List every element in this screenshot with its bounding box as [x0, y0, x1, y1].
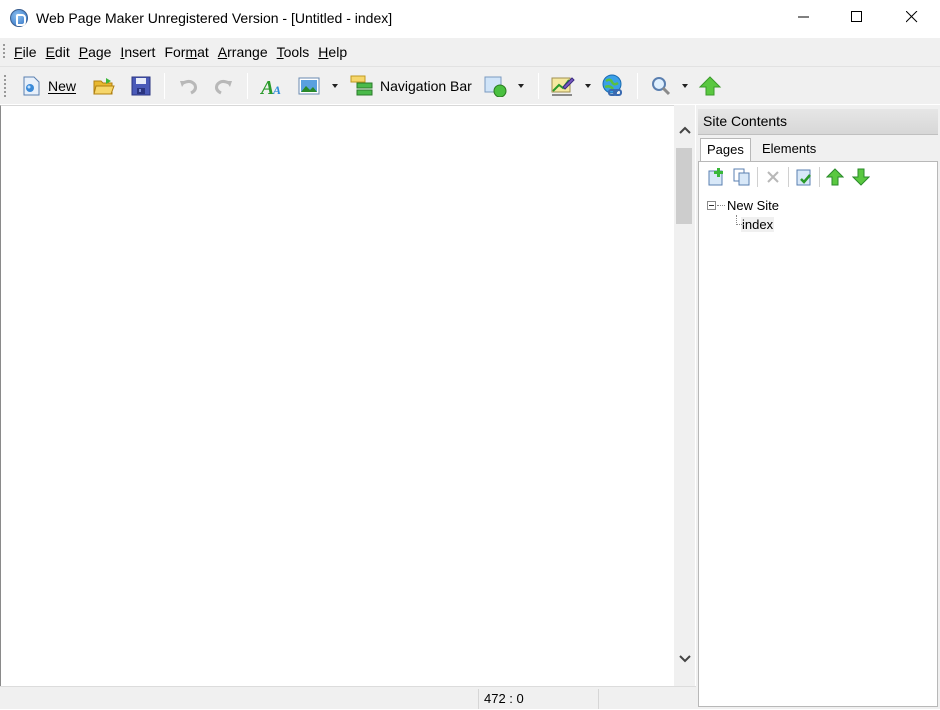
- shape-dropdown-arrow[interactable]: [517, 83, 524, 88]
- tree-node-root[interactable]: New Site: [707, 196, 779, 215]
- redo-icon: [215, 79, 233, 94]
- app-logo-icon: [10, 9, 28, 27]
- site-name: New Site: [727, 198, 780, 213]
- menu-arrange[interactable]: Arrange: [218, 44, 268, 60]
- tree-connector: [717, 205, 725, 206]
- close-icon: [906, 11, 918, 23]
- publish-button[interactable]: [694, 71, 726, 101]
- toolbar-separator: [757, 167, 758, 187]
- zoom-icon: [651, 76, 670, 95]
- color-picker-button[interactable]: [547, 71, 579, 101]
- tab-pages[interactable]: Pages: [700, 138, 751, 163]
- maximize-button[interactable]: [834, 0, 880, 34]
- image-button[interactable]: [294, 71, 324, 101]
- scroll-down-button[interactable]: [674, 648, 695, 670]
- menu-help[interactable]: Help: [318, 44, 347, 60]
- panel-title: Site Contents: [698, 109, 938, 135]
- shape-button[interactable]: [480, 71, 512, 101]
- menu-tools[interactable]: Tools: [277, 44, 310, 60]
- window-title: Web Page Maker Unregistered Version - [U…: [36, 10, 393, 26]
- page-canvas[interactable]: [0, 105, 674, 686]
- pages-toolbar: [699, 162, 937, 192]
- toolbar-separator: [819, 167, 820, 187]
- toolbar-separator: [164, 72, 166, 99]
- shape-icon: [484, 76, 507, 97]
- duplicate-page-button[interactable]: [731, 166, 753, 188]
- duplicate-page-icon: [733, 168, 750, 186]
- tab-elements[interactable]: Elements: [756, 138, 822, 162]
- move-up-button[interactable]: [824, 166, 846, 188]
- tree-node-page[interactable]: index: [707, 215, 779, 234]
- delete-page-button[interactable]: [762, 166, 784, 188]
- text-button[interactable]: A A: [256, 71, 288, 101]
- text-icon: A A: [260, 77, 281, 97]
- navigation-bar-label: Navigation Bar: [380, 77, 472, 94]
- menu-file[interactable]: File: [14, 44, 37, 60]
- new-label: New: [48, 77, 77, 94]
- svg-text:A: A: [272, 83, 281, 97]
- web-link-button[interactable]: [597, 71, 629, 101]
- status-divider: [598, 689, 599, 709]
- move-down-icon: [852, 168, 870, 186]
- zoom-dropdown-arrow[interactable]: [681, 83, 688, 88]
- main-toolbar: New A A Navigation Bar: [0, 66, 940, 104]
- toolbar-separator: [636, 72, 638, 99]
- vertical-scrollbar[interactable]: [674, 105, 695, 686]
- toolbar-separator: [788, 167, 789, 187]
- chevron-down-icon: [678, 655, 691, 663]
- menu-insert[interactable]: Insert: [120, 44, 155, 60]
- site-contents-panel: Site Contents Pages Elements New Site in…: [696, 105, 940, 709]
- scroll-up-button[interactable]: [674, 119, 695, 141]
- collapse-icon[interactable]: [707, 201, 716, 210]
- status-bar: 472 : 0: [0, 686, 696, 709]
- close-button[interactable]: [889, 0, 935, 34]
- menu-bar: File Edit Page Insert Format Arrange Too…: [0, 38, 940, 66]
- undo-icon: [180, 79, 198, 94]
- minimize-icon: [798, 16, 809, 18]
- open-folder-icon: [93, 77, 115, 94]
- save-icon: [131, 76, 151, 95]
- maximize-icon: [851, 11, 862, 22]
- chevron-up-icon: [678, 126, 691, 134]
- menu-edit[interactable]: Edit: [46, 44, 70, 60]
- move-up-icon: [826, 168, 844, 186]
- redo-button[interactable]: [209, 71, 239, 101]
- color-dropdown-arrow[interactable]: [584, 83, 591, 88]
- navigation-bar-icon: [350, 75, 373, 95]
- title-bar: Web Page Maker Unregistered Version - [U…: [0, 0, 940, 36]
- color-picker-icon: [551, 76, 575, 96]
- site-tree: New Site index: [707, 196, 779, 234]
- add-page-icon: [708, 168, 723, 186]
- page-properties-icon: [796, 169, 811, 186]
- add-page-button[interactable]: [705, 166, 727, 188]
- scroll-thumb[interactable]: [676, 148, 692, 224]
- new-button[interactable]: New: [16, 71, 80, 101]
- navigation-bar-button[interactable]: Navigation Bar: [346, 71, 476, 101]
- pages-panel: New Site index: [698, 161, 938, 707]
- page-properties-button[interactable]: [793, 166, 815, 188]
- toolbar-separator: [537, 72, 539, 99]
- menu-format[interactable]: Format: [164, 44, 208, 60]
- save-button[interactable]: [126, 71, 156, 101]
- panel-tabs: Pages Elements: [698, 135, 938, 163]
- zoom-button[interactable]: [646, 71, 676, 101]
- move-down-button[interactable]: [850, 166, 872, 188]
- menubar-grip[interactable]: [3, 44, 5, 60]
- status-divider: [478, 689, 479, 709]
- image-icon: [298, 77, 320, 94]
- image-dropdown-arrow[interactable]: [332, 83, 339, 88]
- delete-icon: [767, 171, 779, 183]
- publish-icon: [698, 75, 722, 95]
- web-link-icon: [602, 74, 622, 96]
- toolbar-grip[interactable]: [4, 74, 6, 97]
- undo-button[interactable]: [173, 71, 203, 101]
- open-button[interactable]: [88, 71, 120, 101]
- cursor-coordinates: 472 : 0: [484, 691, 524, 706]
- toolbar-separator: [247, 72, 249, 99]
- tree-connector: [736, 215, 744, 225]
- new-page-icon: [23, 76, 40, 95]
- minimize-button[interactable]: [781, 0, 827, 34]
- menu-page[interactable]: Page: [79, 44, 112, 60]
- page-name: index: [741, 217, 775, 232]
